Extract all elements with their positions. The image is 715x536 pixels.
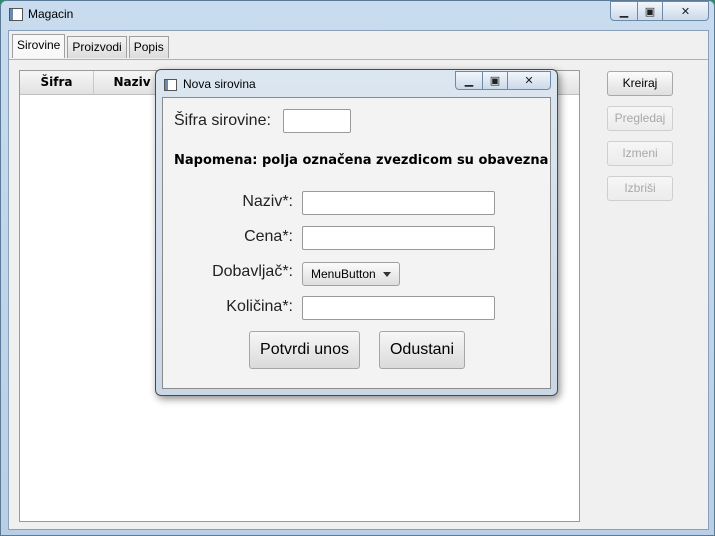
sifra-field[interactable] [283,109,351,133]
window-controls: ▁ ▣ ✕ [610,1,709,21]
tab-sirovine[interactable]: Sirovine [12,34,66,58]
naziv-label: Naziv*: [242,193,293,210]
chevron-down-icon [383,272,391,277]
maximize-button[interactable]: ▣ [638,1,663,21]
window-title: Magacin [28,7,74,21]
naziv-field[interactable] [302,191,495,215]
kreiraj-button[interactable]: Kreiraj [607,71,673,96]
minimize-button[interactable]: ▁ [610,1,638,21]
izmeni-button[interactable]: Izmeni [607,141,673,166]
minimize-icon: ▁ [619,4,629,18]
cena-label: Cena*: [244,228,293,245]
cena-field[interactable] [302,226,495,250]
potvrdi-unos-button[interactable]: Potvrdi unos [249,331,360,369]
dialog-body: Šifra sirovine: Napomena: polja označena… [162,97,551,389]
odustani-button[interactable]: Odustani [379,331,465,369]
kolicina-label: Količina*: [226,298,293,315]
title-bar[interactable]: Magacin ▁ ▣ ✕ [1,1,714,29]
column-header-sifra[interactable]: Šifra [20,71,94,94]
tab-popis[interactable]: Popis [128,36,169,58]
dobavljac-label: Dobavljač*: [212,263,293,280]
tab-bar: Sirovine Proizvodi Popis [12,34,171,58]
required-fields-note: Napomena: polja označena zvezdicom su ob… [174,153,549,168]
dobavljac-menu-button[interactable]: MenuButton [302,262,400,286]
close-icon: ✕ [680,4,691,18]
dialog-close-button[interactable]: ✕ [508,71,551,90]
nova-sirovina-dialog: Nova sirovina ▁ ▣ ✕ Šifra sirovine: Napo… [155,69,558,396]
minimize-icon: ▁ [464,74,474,87]
dialog-minimize-button[interactable]: ▁ [455,71,483,90]
close-icon: ✕ [524,74,534,87]
dialog-app-icon [164,79,177,91]
pregledaj-button[interactable]: Pregledaj [607,106,673,131]
dialog-window-controls: ▁ ▣ ✕ [455,71,551,90]
sifra-label: Šifra sirovine: [174,112,271,129]
maximize-icon: ▣ [644,4,656,18]
dialog-maximize-button[interactable]: ▣ [483,71,508,90]
close-button[interactable]: ✕ [663,1,709,21]
kolicina-field[interactable] [302,296,495,320]
dialog-title: Nova sirovina [183,77,256,91]
dobavljac-menu-label: MenuButton [311,267,376,281]
izbrisi-button[interactable]: Izbriši [607,176,673,201]
maximize-icon: ▣ [489,74,501,87]
app-icon [9,8,23,21]
tab-proizvodi[interactable]: Proizvodi [67,36,127,58]
